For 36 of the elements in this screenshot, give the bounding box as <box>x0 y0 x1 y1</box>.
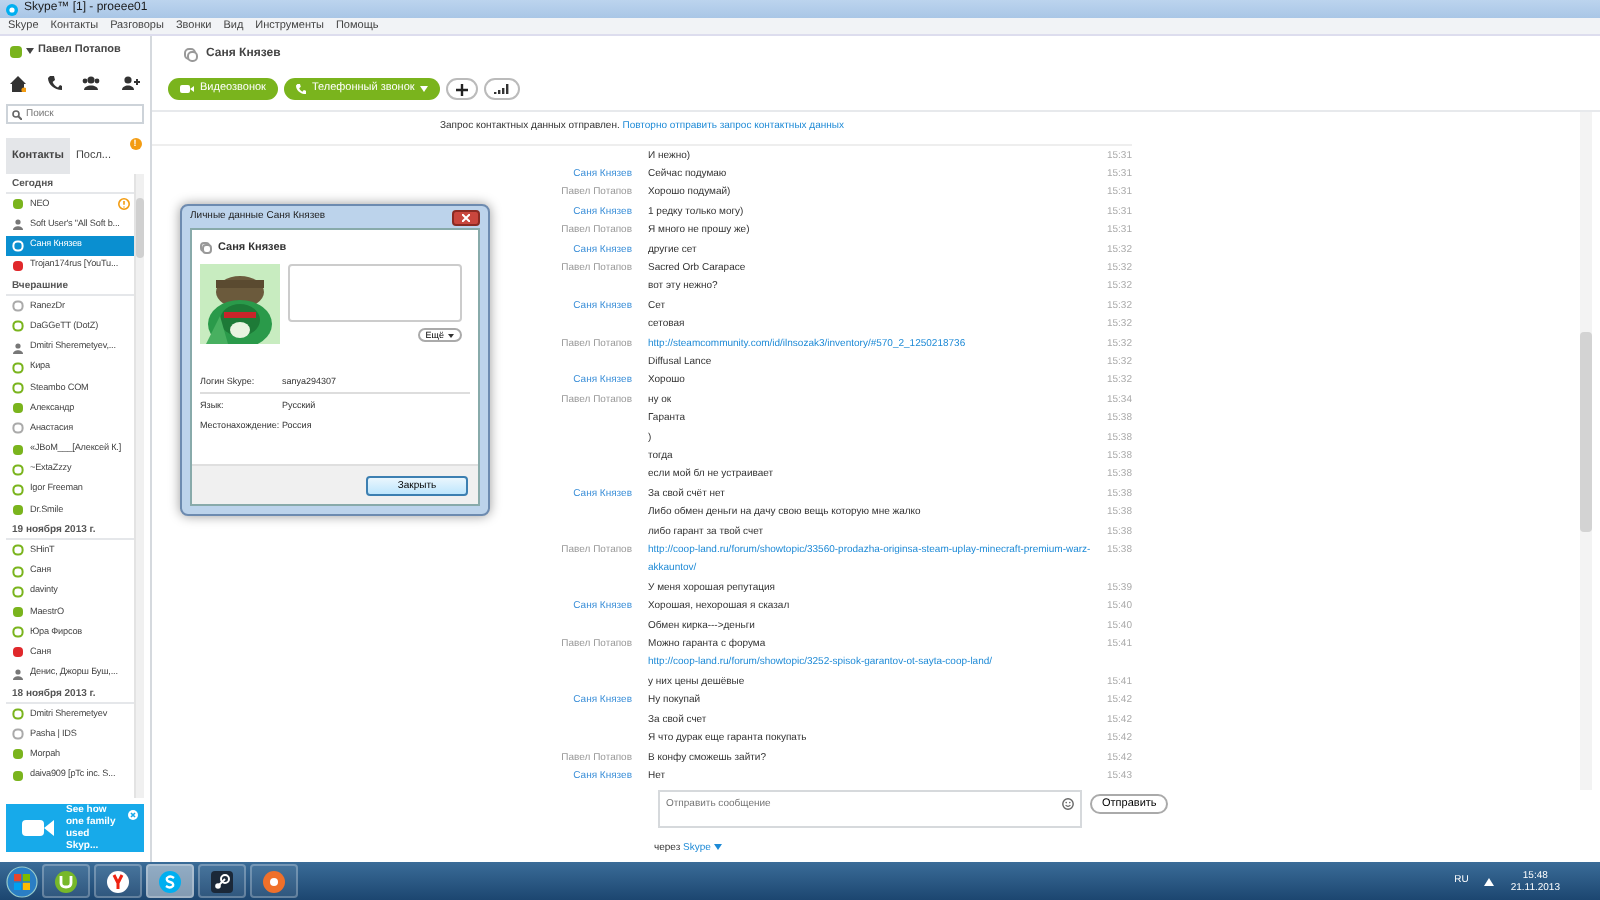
call-quality-button[interactable] <box>484 78 521 100</box>
contacts-icon[interactable] <box>82 76 101 90</box>
add-contact-icon[interactable] <box>121 76 140 90</box>
video-camera-icon <box>22 818 54 838</box>
taskbar-button[interactable] <box>250 864 298 898</box>
skype-logo-icon <box>6 3 18 15</box>
media-player-icon <box>262 869 286 893</box>
signal-icon <box>494 84 511 94</box>
plus-icon <box>456 83 469 95</box>
close-icon[interactable] <box>128 810 138 820</box>
emoticon-icon[interactable] <box>1062 798 1074 810</box>
close-button[interactable] <box>452 209 480 225</box>
taskbar-button[interactable] <box>198 864 246 898</box>
browser-icon <box>106 869 130 893</box>
caret-icon[interactable] <box>26 48 34 54</box>
contact-icon <box>184 48 198 62</box>
add-button[interactable] <box>446 78 479 100</box>
close-icon <box>462 213 470 221</box>
steam-icon <box>210 869 234 893</box>
caret-icon <box>448 333 454 338</box>
tray-arrow-icon[interactable] <box>1484 877 1495 885</box>
taskbar-button[interactable] <box>94 864 142 898</box>
scrollbar[interactable] <box>1580 112 1592 790</box>
skype-icon <box>158 869 182 893</box>
scrollbar[interactable] <box>134 174 144 798</box>
torrent-icon <box>54 869 78 893</box>
phone-icon[interactable] <box>47 76 62 90</box>
home-icon[interactable] <box>10 75 26 91</box>
taskbar-button[interactable] <box>42 864 90 898</box>
search-icon <box>12 109 22 119</box>
video-camera-icon <box>180 84 194 94</box>
caret-icon <box>420 86 429 92</box>
contact-icon <box>200 242 212 255</box>
phone-icon <box>295 84 306 94</box>
start-button[interactable] <box>6 865 38 897</box>
note-field[interactable] <box>288 264 462 323</box>
